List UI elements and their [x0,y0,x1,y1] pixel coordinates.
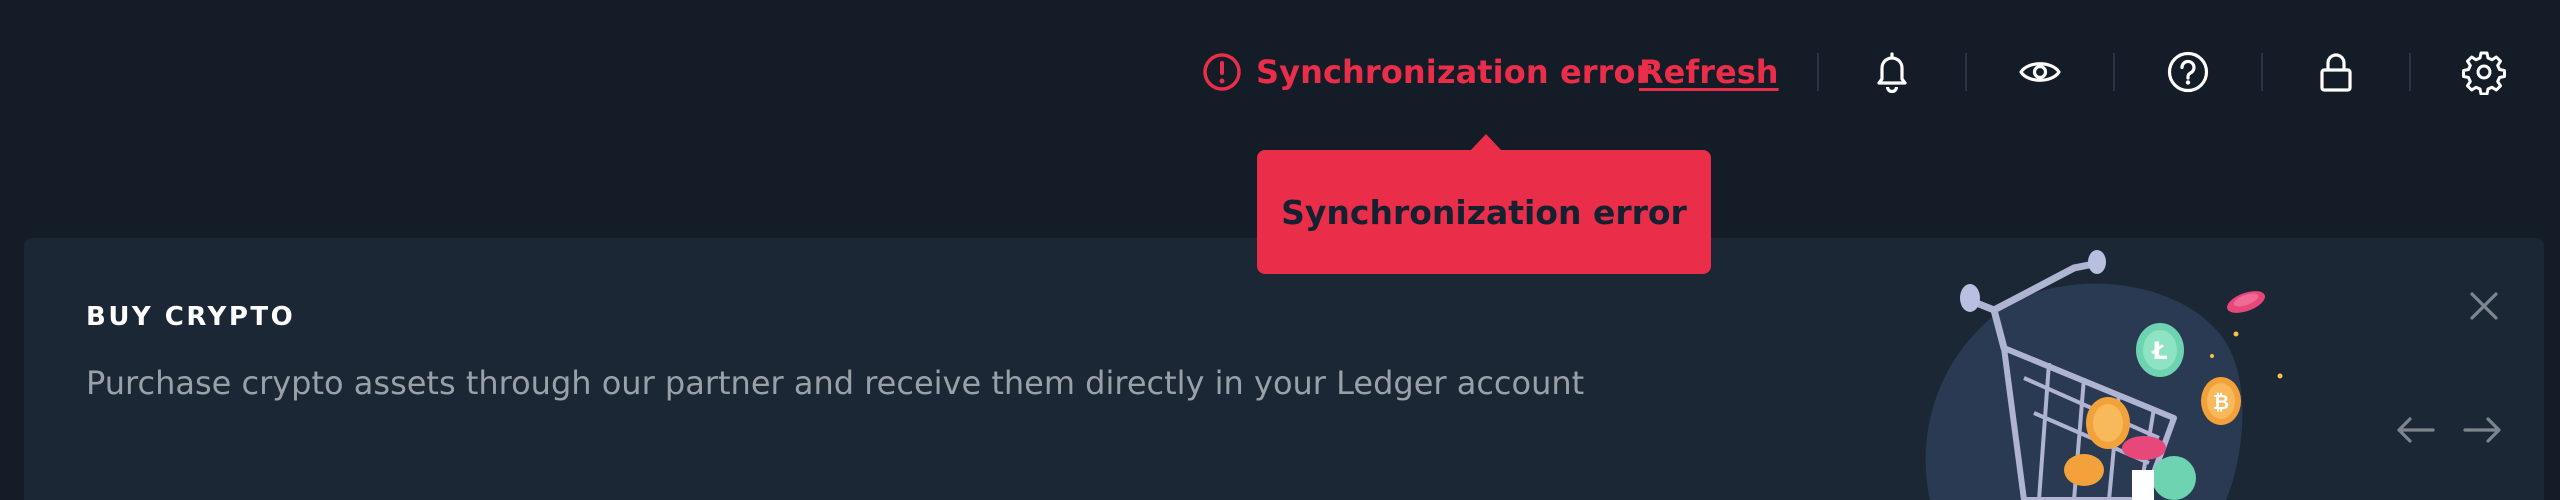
close-icon [2470,292,2498,320]
lock-button[interactable] [2312,48,2360,96]
divider [2261,53,2263,91]
refresh-link[interactable]: Refresh [1639,52,1779,92]
eye-icon [2019,62,2061,82]
lock-icon [2320,53,2352,92]
sync-status-text: Synchronization error [1256,53,1652,91]
divider [1817,53,1819,91]
divider [2113,53,2115,91]
arrow-left-icon [2397,417,2435,443]
sync-error-tooltip: Synchronization error [1257,150,1711,274]
buy-crypto-banner: BUY CRYPTO Purchase crypto assets throug… [24,238,2544,500]
settings-icon [2462,51,2506,95]
svg-text:₿: ₿ [2213,390,2229,414]
error-icon [1203,53,1241,91]
sync-status[interactable]: Synchronization error [1202,52,1651,92]
arrow-right-icon [2463,417,2501,443]
bell-icon [1877,52,1907,94]
banner-next-button[interactable] [2460,408,2504,452]
top-bar: Synchronization error Refresh [0,0,2560,145]
banner-title: BUY CRYPTO [86,302,296,332]
divider [2409,53,2411,91]
help-icon [2167,51,2209,93]
divider [1965,53,1967,91]
tooltip-arrow [1470,134,1502,151]
settings-button[interactable] [2460,48,2508,96]
help-button[interactable] [2164,48,2212,96]
notifications-button[interactable] [1868,48,1916,96]
svg-text:Ł: Ł [2150,337,2167,365]
banner-close-button[interactable] [2464,286,2504,326]
shopping-cart-illustration: Ł ₿ [1925,250,2283,500]
banner-previous-button[interactable] [2394,408,2438,452]
banner-description: Purchase crypto assets through our partn… [86,364,1585,402]
hide-balances-button[interactable] [2016,48,2064,96]
